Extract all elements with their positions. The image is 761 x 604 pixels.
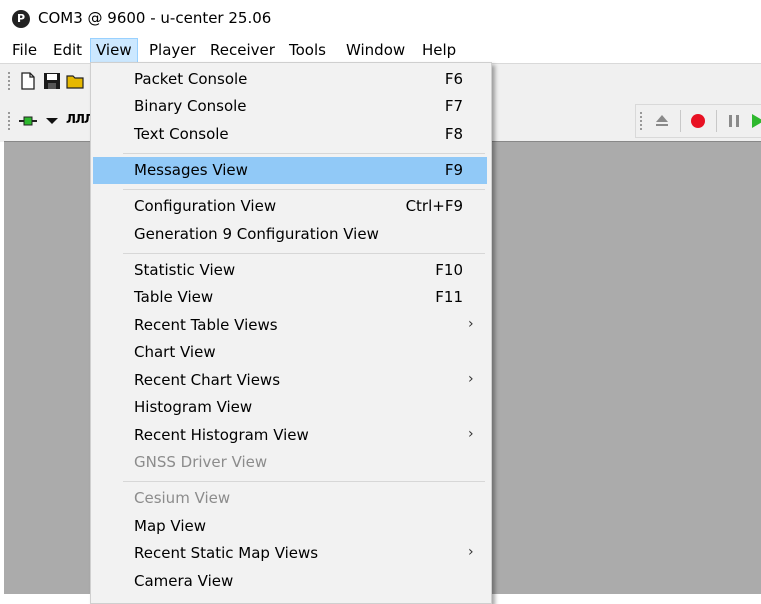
menu-item-shortcut: F7 bbox=[444, 97, 463, 115]
menu-item-label: Cesium View bbox=[134, 489, 231, 507]
menu-item-binary-console[interactable]: Binary Console F7 bbox=[93, 93, 487, 120]
menu-item-gnss-driver-view: GNSS Driver View bbox=[93, 449, 487, 476]
menu-item-label: Camera View bbox=[134, 572, 234, 590]
menu-item-label: Generation 9 Configuration View bbox=[134, 225, 379, 243]
title-bar: P COM3 @ 9600 - u-center 25.06 bbox=[0, 0, 761, 38]
menu-item-shortcut: Ctrl+F9 bbox=[405, 197, 463, 215]
connection-icon[interactable] bbox=[18, 111, 38, 131]
submenu-arrow-icon: › bbox=[468, 371, 474, 387]
menu-item-shortcut: F6 bbox=[444, 70, 463, 88]
menu-item-label: Binary Console bbox=[134, 97, 247, 115]
menu-item-shortcut: F9 bbox=[444, 161, 463, 179]
menu-bar: File Edit View Player Receiver Tools Win… bbox=[0, 38, 761, 63]
app-logo-icon: P bbox=[12, 10, 30, 28]
menu-item-statistic-view[interactable]: Statistic View F10 bbox=[93, 257, 487, 284]
menu-item-recent-static-map-views[interactable]: Recent Static Map Views › bbox=[93, 540, 487, 567]
dropdown-arrow-icon[interactable] bbox=[42, 111, 62, 131]
menu-item-label: Configuration View bbox=[134, 197, 277, 215]
menu-separator bbox=[123, 189, 485, 190]
new-file-icon[interactable] bbox=[18, 71, 38, 91]
menu-item-label: Messages View bbox=[134, 161, 248, 179]
submenu-arrow-icon: › bbox=[468, 544, 474, 560]
menu-item-label: Recent Chart Views bbox=[134, 371, 281, 389]
menu-item-recent-histogram-view[interactable]: Recent Histogram View › bbox=[93, 422, 487, 449]
menu-item-label: GNSS Driver View bbox=[134, 453, 268, 471]
menu-item-label: Chart View bbox=[134, 343, 216, 361]
menu-separator bbox=[123, 481, 485, 482]
toolbar-grip[interactable] bbox=[640, 112, 645, 130]
menu-receiver[interactable]: Receiver bbox=[205, 38, 280, 63]
connection-toolbar: ЛЛЛ bbox=[4, 106, 94, 136]
menu-item-label: Packet Console bbox=[134, 70, 248, 88]
toolbar-grip[interactable] bbox=[8, 72, 13, 90]
menu-item-recent-table-views[interactable]: Recent Table Views › bbox=[93, 312, 487, 339]
menu-separator bbox=[123, 253, 485, 254]
menu-item-label: Text Console bbox=[134, 125, 229, 143]
submenu-arrow-icon: › bbox=[468, 316, 474, 332]
play-icon[interactable] bbox=[750, 111, 761, 131]
menu-item-camera-view[interactable]: Camera View bbox=[93, 568, 487, 595]
toolbar-separator bbox=[680, 110, 681, 132]
menu-item-label: Histogram View bbox=[134, 398, 253, 416]
menu-item-label: Statistic View bbox=[134, 261, 236, 279]
toolbar-separator bbox=[716, 110, 717, 132]
submenu-arrow-icon: › bbox=[468, 426, 474, 442]
window-title: COM3 @ 9600 - u-center 25.06 bbox=[38, 9, 272, 27]
menu-separator bbox=[123, 153, 485, 154]
menu-item-shortcut: F11 bbox=[435, 288, 463, 306]
toolbar-grip[interactable] bbox=[8, 112, 13, 130]
menu-item-messages-view[interactable]: Messages View F9 bbox=[93, 157, 487, 184]
menu-item-cesium-view: Cesium View bbox=[93, 485, 487, 512]
menu-player[interactable]: Player bbox=[144, 38, 201, 63]
menu-file[interactable]: File bbox=[7, 38, 42, 63]
menu-tools[interactable]: Tools bbox=[284, 38, 331, 63]
record-icon[interactable] bbox=[688, 111, 708, 131]
menu-window[interactable]: Window bbox=[341, 38, 410, 63]
pause-icon[interactable] bbox=[724, 111, 744, 131]
file-toolbar bbox=[4, 66, 90, 96]
menu-help[interactable]: Help bbox=[417, 38, 461, 63]
menu-item-label: Recent Histogram View bbox=[134, 426, 309, 444]
menu-item-shortcut: F8 bbox=[444, 125, 463, 143]
menu-item-text-console[interactable]: Text Console F8 bbox=[93, 121, 487, 148]
menu-view[interactable]: View bbox=[90, 38, 138, 63]
menu-item-shortcut: F10 bbox=[435, 261, 463, 279]
menu-item-label: Recent Static Map Views bbox=[134, 544, 319, 562]
menu-item-label: Recent Table Views bbox=[134, 316, 278, 334]
menu-item-map-view[interactable]: Map View bbox=[93, 513, 487, 540]
menu-edit[interactable]: Edit bbox=[48, 38, 87, 63]
menu-item-recent-chart-views[interactable]: Recent Chart Views › bbox=[93, 367, 487, 394]
menu-item-histogram-view[interactable]: Histogram View bbox=[93, 394, 487, 421]
eject-icon[interactable] bbox=[652, 111, 672, 131]
menu-item-label: Map View bbox=[134, 517, 207, 535]
baudrate-waveform-icon[interactable]: ЛЛЛ bbox=[66, 112, 94, 126]
open-folder-icon[interactable] bbox=[66, 71, 86, 91]
menu-item-table-view[interactable]: Table View F11 bbox=[93, 284, 487, 311]
player-toolbar bbox=[635, 104, 761, 138]
menu-item-configuration-view[interactable]: Configuration View Ctrl+F9 bbox=[93, 193, 487, 220]
view-menu-dropdown: Packet Console F6 Binary Console F7 Text… bbox=[90, 62, 492, 604]
menu-item-packet-console[interactable]: Packet Console F6 bbox=[93, 66, 487, 93]
menu-item-gen9-configuration-view[interactable]: Generation 9 Configuration View bbox=[93, 221, 487, 248]
menu-item-label: Table View bbox=[134, 288, 214, 306]
save-icon[interactable] bbox=[42, 71, 62, 91]
menu-item-chart-view[interactable]: Chart View bbox=[93, 339, 487, 366]
